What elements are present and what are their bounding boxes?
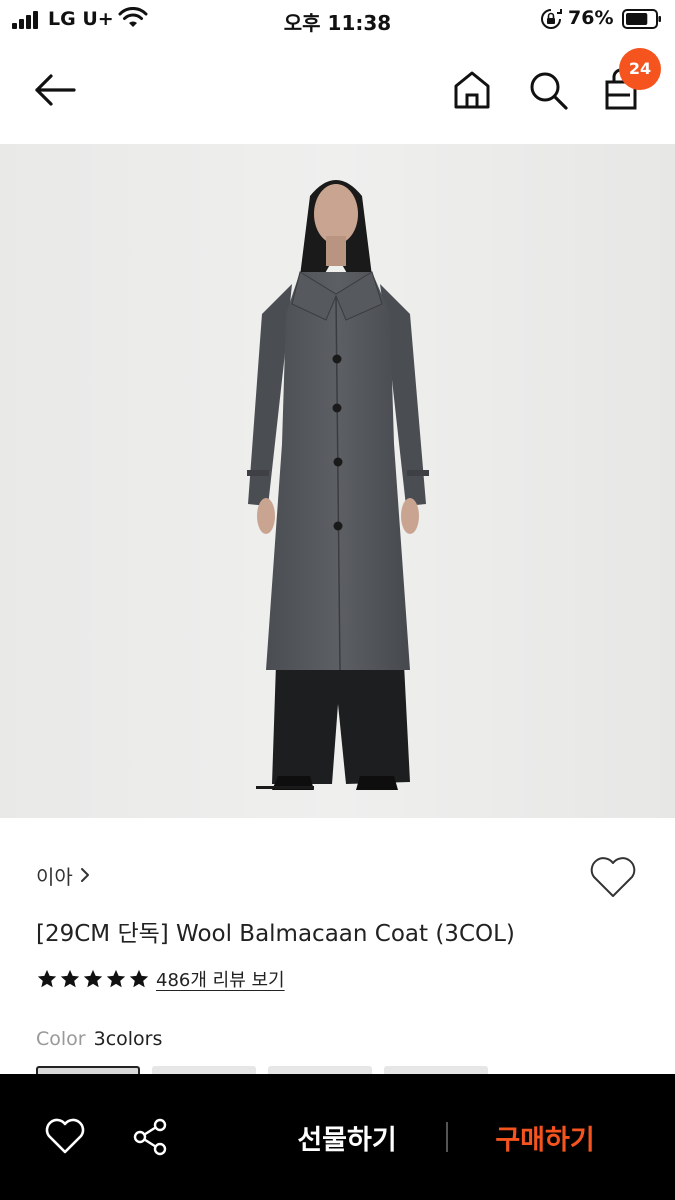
cart-count-badge: 24 bbox=[619, 48, 661, 90]
star-icon bbox=[129, 969, 149, 988]
carousel-indicator bbox=[256, 786, 314, 789]
coat-model-photo bbox=[0, 144, 675, 818]
divider bbox=[446, 1122, 448, 1152]
brand-name: 이아 bbox=[36, 864, 73, 889]
back-arrow-icon[interactable] bbox=[30, 68, 80, 112]
product-title: [29CM 단독] Wool Balmacaan Coat (3COL) bbox=[36, 921, 515, 947]
rating-row: 486개 리뷰 보기 bbox=[36, 965, 285, 993]
app-header bbox=[0, 38, 675, 144]
home-icon[interactable] bbox=[450, 68, 494, 112]
bottom-action-bar: 선물하기 구매하기 bbox=[0, 1074, 675, 1200]
color-label: Color bbox=[36, 1028, 86, 1050]
review-link[interactable]: 486개 리뷰 보기 bbox=[156, 966, 285, 992]
battery-icon bbox=[622, 9, 661, 29]
color-value: 3colors bbox=[93, 1028, 163, 1050]
gift-button[interactable]: 선물하기 bbox=[272, 1110, 422, 1164]
product-image[interactable] bbox=[0, 144, 675, 818]
color-row: Color 3colors bbox=[36, 1028, 162, 1050]
buy-button[interactable]: 구매하기 bbox=[470, 1110, 620, 1164]
star-icon bbox=[83, 969, 103, 988]
rating-stars bbox=[36, 968, 150, 990]
brand-link[interactable]: 이아 bbox=[36, 860, 91, 890]
status-bar: LG U+ 오후 11:38 76% bbox=[0, 0, 675, 38]
heart-icon[interactable] bbox=[588, 854, 638, 900]
heart-icon[interactable] bbox=[44, 1116, 86, 1156]
search-icon[interactable] bbox=[526, 68, 570, 112]
battery-percent: 76% bbox=[568, 7, 614, 29]
star-icon bbox=[60, 969, 80, 988]
orientation-lock-icon bbox=[541, 9, 562, 29]
star-icon bbox=[106, 969, 126, 988]
share-icon[interactable] bbox=[130, 1116, 172, 1158]
star-icon bbox=[37, 969, 57, 988]
chevron-right-icon bbox=[80, 868, 89, 882]
